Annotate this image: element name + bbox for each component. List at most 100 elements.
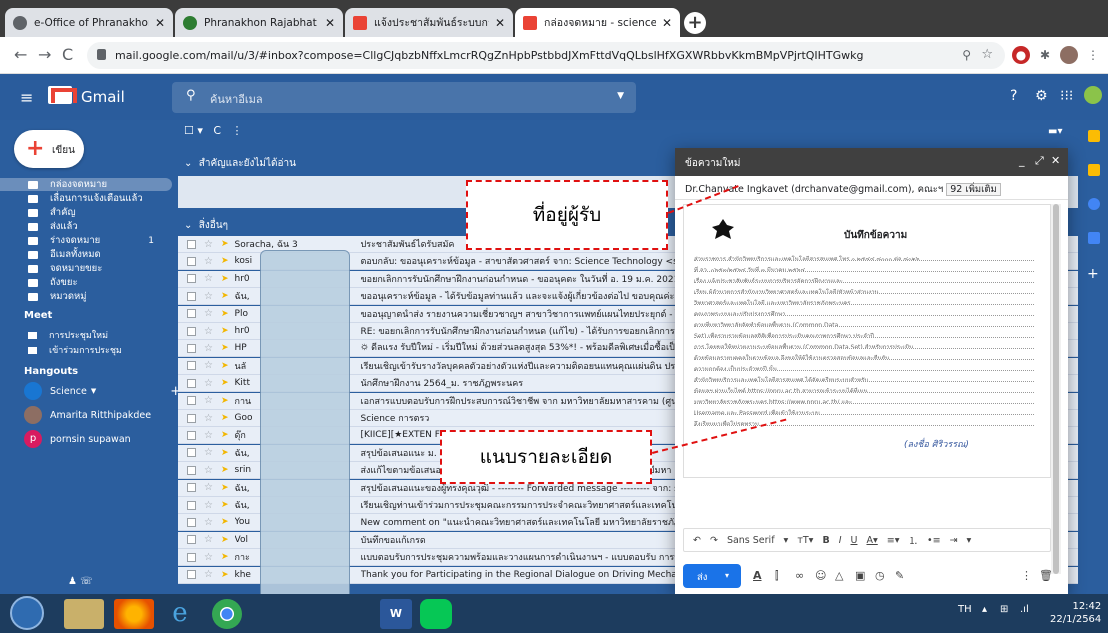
emoji-icon[interactable]: ☺ bbox=[815, 569, 826, 582]
star-icon[interactable]: ☆ bbox=[204, 360, 213, 371]
schedule-send-icon[interactable]: ▾ bbox=[725, 571, 729, 580]
hangouts-self[interactable]: Science ▼ + bbox=[24, 382, 181, 400]
sidebar-item-categories[interactable]: หมวดหมู่ bbox=[0, 290, 172, 303]
contacts-icon[interactable] bbox=[1088, 232, 1100, 244]
sidebar-item-trash[interactable]: ถังขยะ bbox=[0, 276, 172, 289]
close-icon[interactable]: ✕ bbox=[155, 16, 165, 30]
discard-draft-icon[interactable]: 🗑 bbox=[1039, 569, 1053, 582]
more-options-icon[interactable]: ⋮ bbox=[1021, 569, 1032, 582]
star-icon[interactable]: ☆ bbox=[204, 447, 213, 458]
important-marker-icon[interactable]: ➤ bbox=[221, 309, 229, 319]
file-explorer-icon[interactable] bbox=[64, 599, 104, 629]
network-icon[interactable]: ⊞ bbox=[1000, 604, 1008, 615]
star-icon[interactable]: ☆ bbox=[204, 430, 213, 441]
keep-icon[interactable] bbox=[1088, 164, 1100, 176]
sidebar-item-sent[interactable]: ส่งแล้ว bbox=[0, 220, 172, 233]
important-marker-icon[interactable]: ➤ bbox=[221, 500, 229, 510]
indent-icon[interactable]: ⇥ bbox=[950, 535, 958, 546]
important-marker-icon[interactable]: ➤ bbox=[221, 413, 229, 423]
tab-announcement[interactable]: แจ้งประชาสัมพันธ์ระบบการการฝึกงานให ✕ bbox=[345, 8, 513, 37]
important-marker-icon[interactable]: ➤ bbox=[221, 552, 229, 562]
word-icon[interactable]: W bbox=[380, 599, 412, 629]
redo-icon[interactable]: ↷ bbox=[710, 535, 718, 546]
star-icon[interactable]: ☆ bbox=[204, 517, 213, 528]
row-checkbox[interactable] bbox=[187, 465, 196, 475]
new-tab-button[interactable]: + bbox=[684, 12, 706, 34]
important-marker-icon[interactable]: ➤ bbox=[221, 291, 229, 301]
row-checkbox[interactable] bbox=[187, 396, 196, 406]
select-all-checkbox[interactable]: ☐ ▾ C ⋮ bbox=[184, 124, 243, 137]
start-button[interactable] bbox=[10, 596, 44, 630]
profile-avatar[interactable] bbox=[1060, 46, 1078, 64]
important-marker-icon[interactable]: ➤ bbox=[221, 483, 229, 493]
tasks-icon[interactable] bbox=[1088, 198, 1100, 210]
line-icon[interactable] bbox=[420, 599, 452, 629]
tab-inbox[interactable]: กล่องจดหมาย - science.techno11 ✕ bbox=[515, 8, 680, 37]
forward-icon[interactable]: → bbox=[38, 45, 51, 64]
star-icon[interactable]: ☆ bbox=[204, 291, 213, 302]
important-marker-icon[interactable]: ➤ bbox=[221, 517, 229, 527]
language-indicator[interactable]: TH bbox=[958, 604, 972, 615]
important-marker-icon[interactable]: ➤ bbox=[221, 430, 229, 440]
star-icon[interactable]: ☆ bbox=[204, 273, 213, 284]
confidential-icon[interactable]: ◷ bbox=[875, 569, 885, 582]
close-icon[interactable]: ✕ bbox=[662, 16, 672, 30]
internet-explorer-icon[interactable]: e bbox=[160, 599, 200, 629]
undo-icon[interactable]: ↶ bbox=[693, 535, 701, 546]
text-color-icon[interactable]: A▾ bbox=[866, 535, 877, 546]
row-checkbox[interactable] bbox=[187, 256, 196, 266]
volume-icon[interactable]: .ıl bbox=[1020, 604, 1029, 615]
star-icon[interactable]: ☆ bbox=[204, 308, 213, 319]
sidebar-item-spam[interactable]: จดหมายขยะ bbox=[0, 262, 172, 275]
italic-icon[interactable]: I bbox=[839, 535, 842, 546]
help-icon[interactable]: ? bbox=[1010, 88, 1017, 104]
important-marker-icon[interactable]: ➤ bbox=[221, 535, 229, 545]
row-checkbox[interactable] bbox=[187, 239, 196, 249]
row-checkbox[interactable] bbox=[187, 483, 196, 493]
row-checkbox[interactable] bbox=[187, 430, 196, 440]
important-marker-icon[interactable]: ➤ bbox=[221, 256, 229, 266]
sidebar-item-drafts[interactable]: ร่างจดหมาย 1 bbox=[0, 234, 172, 247]
star-icon[interactable]: ☆ bbox=[204, 500, 213, 511]
clock[interactable]: 12:42 22/1/2564 bbox=[1050, 600, 1101, 626]
row-checkbox[interactable] bbox=[187, 274, 196, 284]
meet-join-meeting[interactable]: เข้าร่วมการประชุม bbox=[28, 343, 122, 357]
firefox-icon[interactable] bbox=[114, 599, 154, 629]
important-marker-icon[interactable]: ➤ bbox=[221, 361, 229, 371]
more-formatting-icon[interactable]: ▾ bbox=[967, 535, 972, 546]
font-size-icon[interactable]: тT▾ bbox=[797, 535, 813, 546]
drive-icon[interactable]: △ bbox=[835, 569, 843, 582]
font-select[interactable]: Sans Serif bbox=[727, 535, 775, 546]
scrollbar[interactable] bbox=[1051, 204, 1061, 574]
underline-icon[interactable]: U bbox=[851, 535, 858, 546]
star-icon[interactable]: ☆ bbox=[204, 465, 213, 476]
calendar-icon[interactable] bbox=[1088, 130, 1100, 142]
row-checkbox[interactable] bbox=[187, 309, 196, 319]
compose-titlebar[interactable]: ข้อความใหม่ _ ⤢ ✕ bbox=[675, 148, 1068, 176]
show-hidden-icons[interactable]: ▴ bbox=[982, 604, 987, 615]
sidebar-item-inbox[interactable]: กล่องจดหมาย bbox=[0, 178, 172, 191]
address-bar[interactable]: mail.google.com/mail/u/3/#inbox?compose=… bbox=[87, 42, 1005, 69]
important-marker-icon[interactable]: ➤ bbox=[221, 396, 229, 406]
important-marker-icon[interactable]: ➤ bbox=[221, 465, 229, 475]
star-icon[interactable]: ☆ bbox=[204, 326, 213, 337]
message-body[interactable]: บันทึกข้อความ ส่วนราชการ สำนักวิทยบริการ… bbox=[683, 204, 1051, 478]
contact-pornsin[interactable]: p pornsin supawan bbox=[24, 430, 131, 448]
image-icon[interactable]: ▣ bbox=[855, 569, 865, 582]
close-icon[interactable]: ✕ bbox=[1051, 154, 1060, 167]
sidebar-item-snoozed[interactable]: เลื่อนการแจ้งเตือนแล้ว bbox=[0, 192, 172, 205]
gmail-logo-icon[interactable] bbox=[48, 86, 72, 104]
important-marker-icon[interactable]: ➤ bbox=[221, 326, 229, 336]
row-checkbox[interactable] bbox=[187, 326, 196, 336]
contact-amarita[interactable]: Amarita Ritthipakdee bbox=[24, 406, 151, 424]
row-checkbox[interactable] bbox=[187, 552, 196, 562]
gear-icon[interactable]: ⚙ bbox=[1035, 88, 1048, 104]
star-icon[interactable]: ☆ bbox=[204, 413, 213, 424]
chevron-down-icon[interactable]: ▼ bbox=[91, 387, 96, 395]
star-icon[interactable]: ☆ bbox=[204, 552, 213, 563]
section-header-important[interactable]: ⌄ สำคัญและยังไม่ได้อ่าน bbox=[184, 156, 296, 171]
important-marker-icon[interactable]: ➤ bbox=[221, 343, 229, 353]
extension-icon[interactable]: ● bbox=[1012, 46, 1030, 64]
hamburger-icon[interactable]: ≡ bbox=[20, 88, 33, 107]
menu-icon[interactable]: ⋮ bbox=[1084, 46, 1102, 64]
